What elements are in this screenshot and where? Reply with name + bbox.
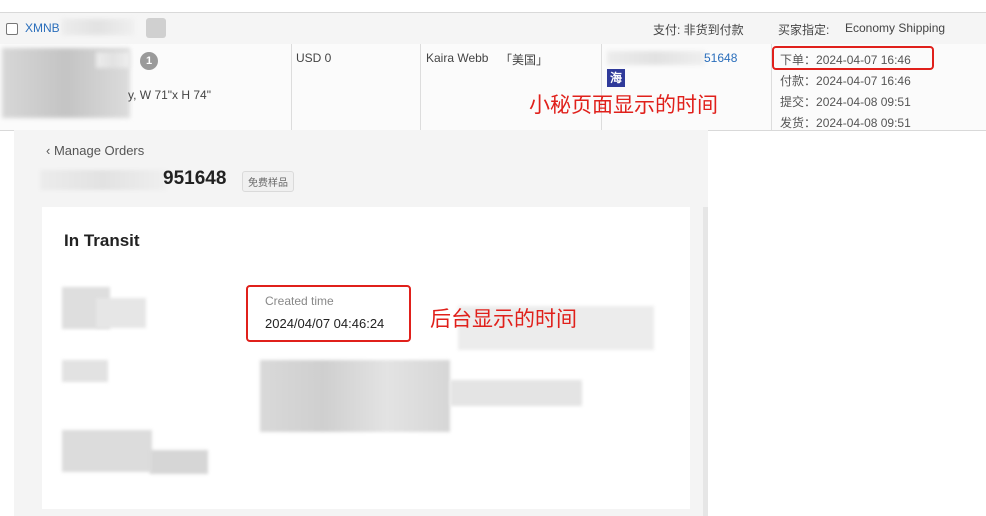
column-divider: [420, 44, 421, 130]
redacted-block: [62, 430, 152, 472]
redacted-order-number: [607, 51, 705, 65]
annotation-bottom: 后台显示的时间: [430, 308, 577, 331]
redacted-block: [450, 380, 582, 406]
created-time-label: Created time: [265, 294, 334, 308]
overseas-badge: 海: [607, 69, 625, 87]
redacted-block: [150, 450, 208, 474]
time-submitted: 提交：2024-04-08 09:51: [780, 95, 911, 109]
redacted-product-title: [96, 52, 130, 68]
redacted-block: [260, 360, 450, 432]
order-select-checkbox[interactable]: [6, 23, 18, 35]
created-time-value: 2024/04/07 04:46:24: [265, 316, 385, 331]
redacted-block: [96, 298, 146, 328]
redacted-block: [62, 360, 108, 382]
shipping-value: Economy Shipping: [845, 21, 946, 35]
free-sample-tag: 免费样品: [242, 171, 294, 192]
order-flag-icon[interactable]: [146, 18, 166, 38]
redacted-order-id: [62, 19, 134, 35]
scrollbar[interactable]: [703, 207, 708, 516]
order-status: In Transit: [64, 231, 140, 250]
time-row: 付款：2024-04-07 16:46: [780, 72, 911, 89]
back-to-manage-orders[interactable]: ‹ Manage Orders: [46, 143, 144, 158]
time-paid: 付款：2024-04-07 16:46: [780, 74, 911, 88]
shipping-label: 买家指定:: [778, 23, 830, 37]
time-row: 发货：2024-04-08 09:51: [780, 114, 911, 131]
item-count-badge: 1: [140, 52, 158, 70]
order-id-link[interactable]: XMNB: [25, 21, 60, 35]
order-amount: USD 0: [296, 51, 332, 65]
product-dimensions: y, W 71"x H 74": [128, 88, 211, 102]
order-number-title: 951648: [163, 168, 227, 189]
payment-label: 支付: 非货到付款: [653, 23, 744, 37]
buyer-country: 「美国」: [500, 53, 549, 67]
annotation-top: 小秘页面显示的时间: [529, 94, 718, 117]
order-number-link[interactable]: 51648: [704, 51, 737, 65]
column-divider: [291, 44, 292, 130]
redacted-order-number: [40, 170, 166, 190]
time-row: 提交：2024-04-08 09:51: [780, 93, 911, 110]
highlight-box-top: [772, 46, 934, 70]
buyer-name[interactable]: Kaira Webb: [426, 51, 488, 65]
time-shipped: 发货：2024-04-08 09:51: [780, 116, 911, 130]
